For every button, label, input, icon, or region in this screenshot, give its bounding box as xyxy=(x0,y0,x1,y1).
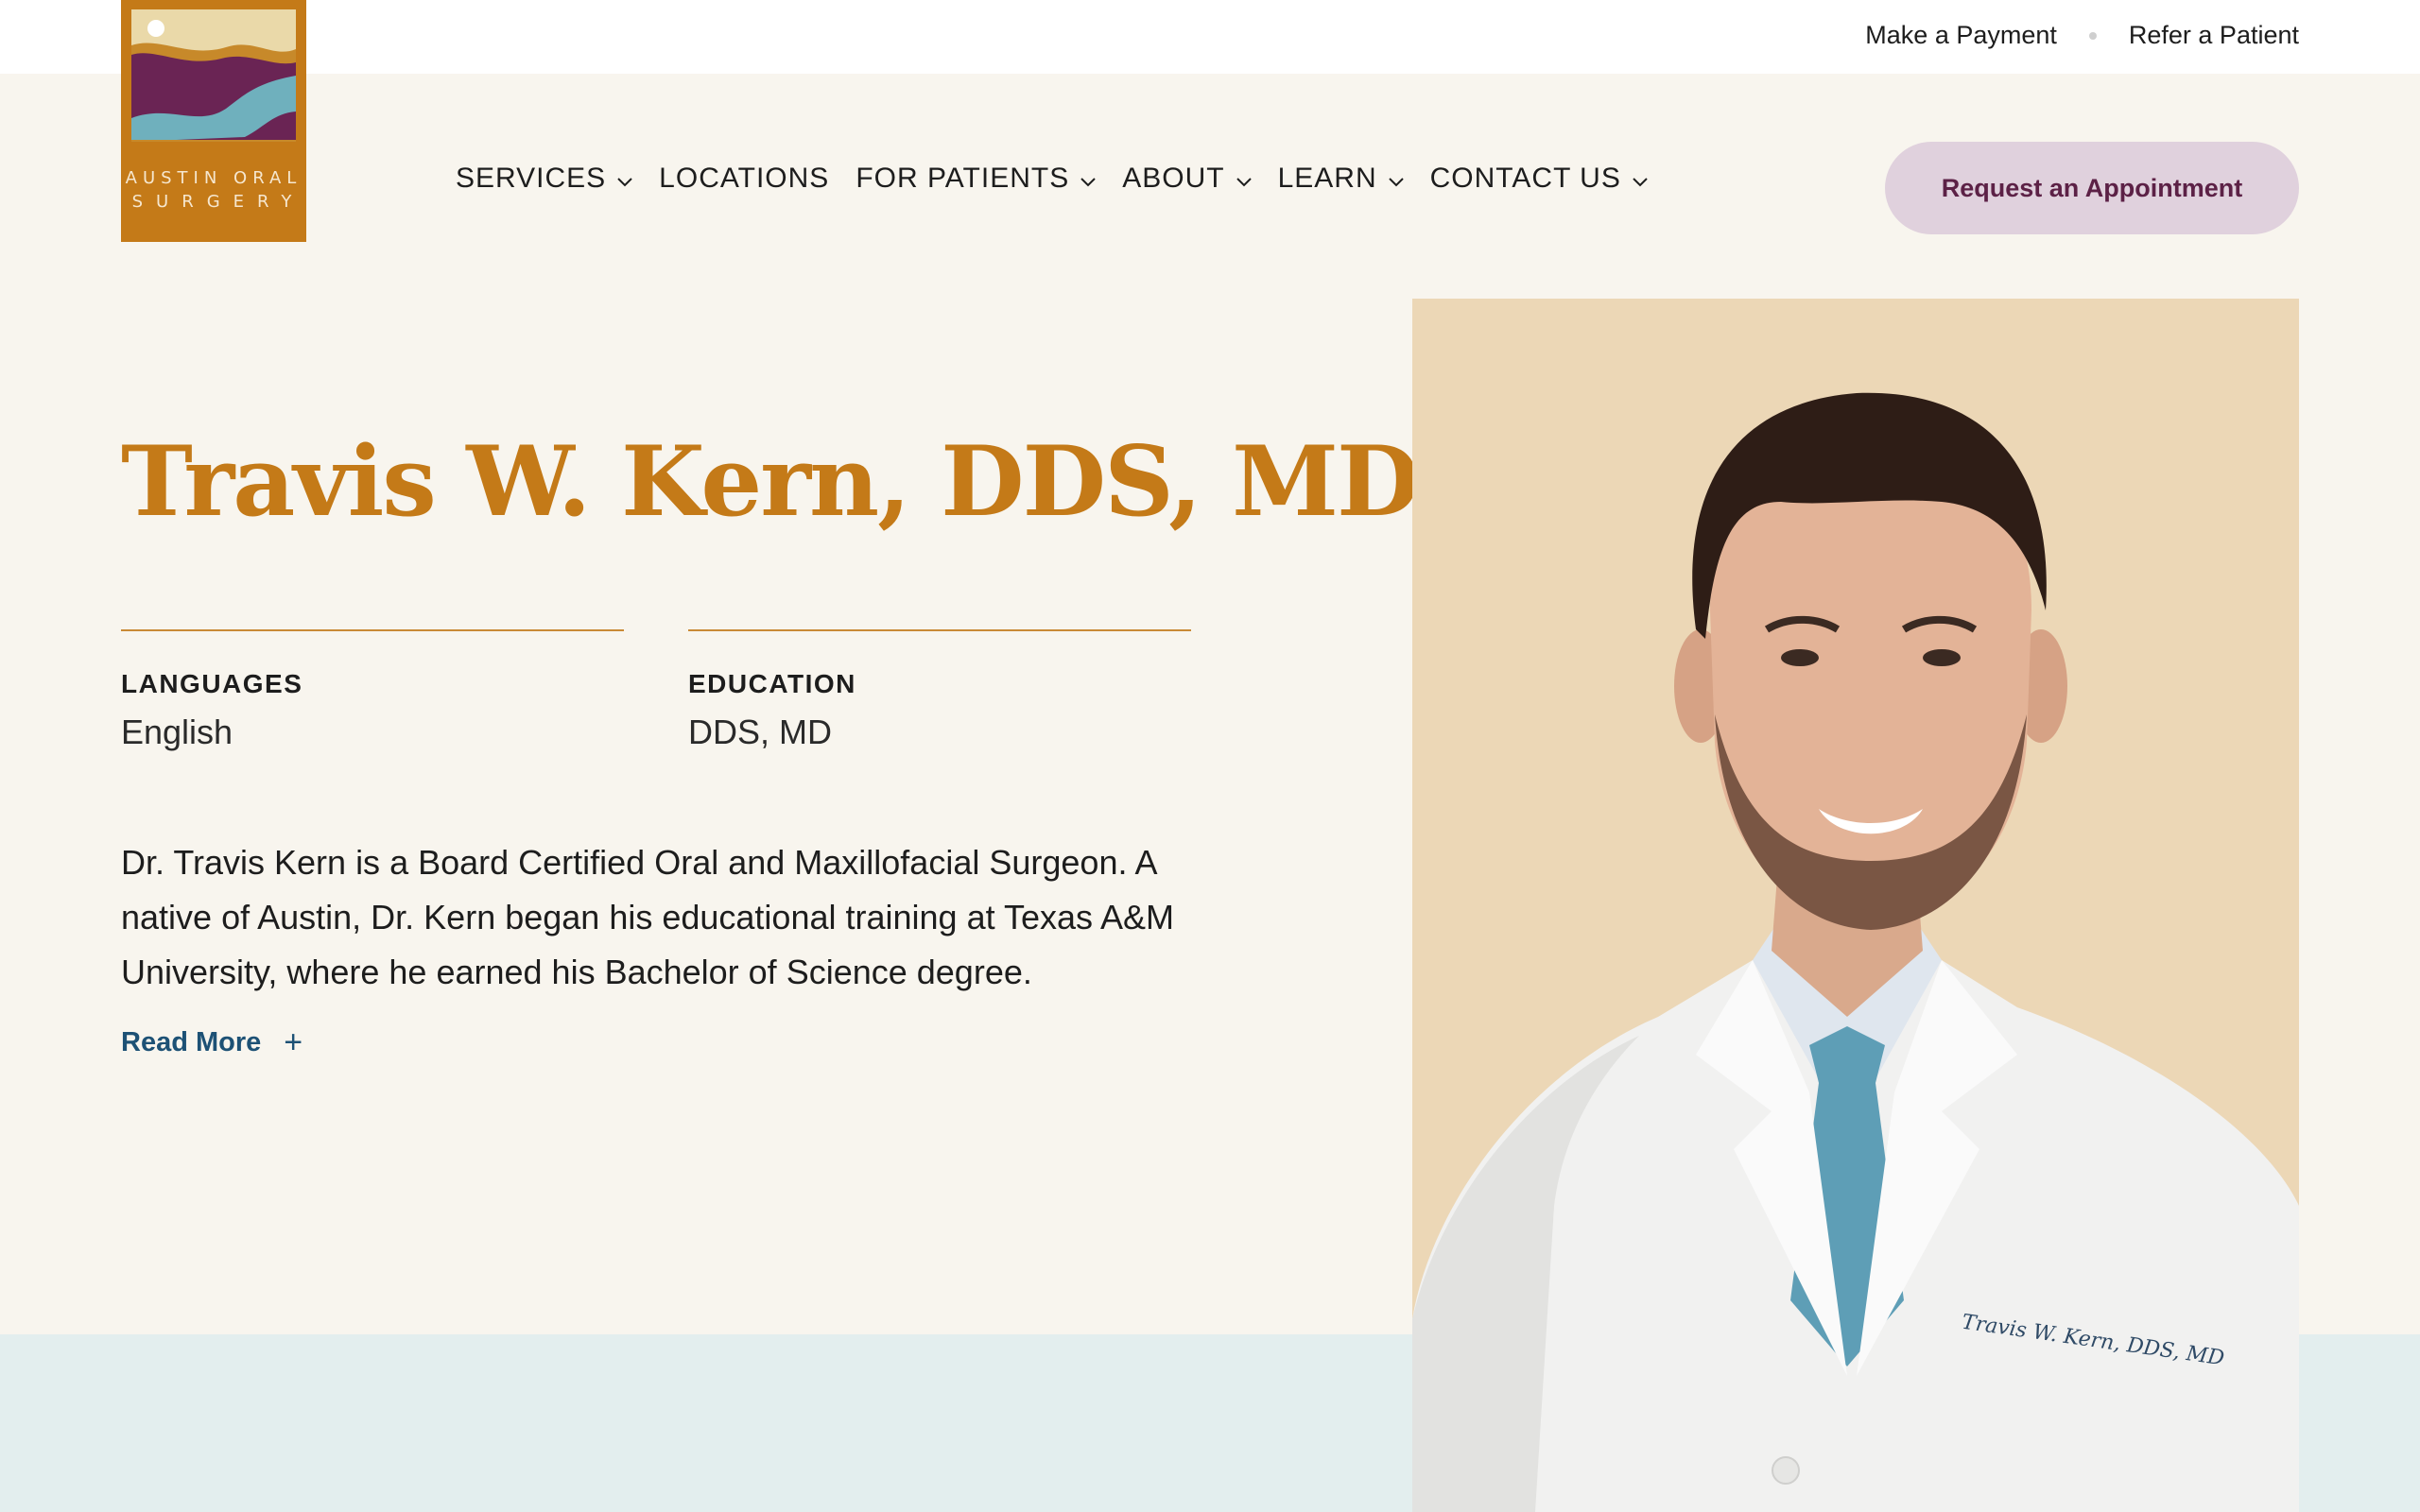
read-more-label: Read More xyxy=(121,1027,262,1057)
chevron-down-icon xyxy=(1080,163,1096,195)
nav-services[interactable]: SERVICES xyxy=(456,163,632,195)
separator-dot xyxy=(2088,31,2097,40)
utility-bar: Make a Payment Refer a Patient xyxy=(0,0,2420,74)
nav-about[interactable]: ABOUT xyxy=(1122,163,1252,195)
doctor-bio: Dr. Travis Kern is a Board Certified Ora… xyxy=(121,843,1175,991)
make-payment-link[interactable]: Make a Payment xyxy=(1865,21,2057,50)
divider xyxy=(121,629,624,631)
education-value: DDS, MD xyxy=(688,713,832,751)
divider xyxy=(688,629,1191,631)
doctor-photo-illustration xyxy=(1412,392,2299,1512)
languages-value: English xyxy=(121,713,233,751)
nav-locations-label: LOCATIONS xyxy=(659,163,830,194)
nav-about-label: ABOUT xyxy=(1122,163,1225,194)
doctor-portrait: Travis W. Kern, DDS, MD xyxy=(1412,299,2299,1512)
nav-services-label: SERVICES xyxy=(456,163,607,194)
nav-for-patients-label: FOR PATIENTS xyxy=(856,163,1070,194)
education-block: EDUCATION DDS, MD xyxy=(688,629,1191,752)
nav-learn-label: LEARN xyxy=(1277,163,1377,194)
chevron-down-icon xyxy=(1633,163,1648,195)
nav-contact-us[interactable]: CONTACT US xyxy=(1430,163,1648,195)
nav-locations[interactable]: LOCATIONS xyxy=(659,163,829,195)
nav-for-patients[interactable]: FOR PATIENTS xyxy=(856,163,1096,195)
landscape-logo-icon xyxy=(131,9,296,151)
nav-learn[interactable]: LEARN xyxy=(1278,163,1404,195)
austin-oral-surgery-logo[interactable]: AUSTIN ORAL SURGERY xyxy=(121,0,306,242)
utility-links: Make a Payment Refer a Patient xyxy=(1865,21,2299,50)
logo-text-austin-oral: AUSTIN ORAL xyxy=(125,168,302,188)
education-label: EDUCATION xyxy=(688,669,856,698)
refer-patient-link[interactable]: Refer a Patient xyxy=(2129,21,2299,50)
main-navigation: SERVICES LOCATIONS FOR PATIENTS ABOUT LE… xyxy=(456,163,1674,195)
request-appointment-button[interactable]: Request an Appointment xyxy=(1885,142,2299,234)
nav-contact-us-label: CONTACT US xyxy=(1429,163,1621,194)
chevron-down-icon xyxy=(617,163,632,195)
chevron-down-icon xyxy=(1388,163,1404,195)
plus-icon: + xyxy=(284,1024,303,1060)
read-more-link[interactable]: Read More + xyxy=(121,1024,302,1061)
languages-label: LANGUAGES xyxy=(121,669,303,698)
languages-block: LANGUAGES English xyxy=(121,629,624,752)
page-title: Travis W. Kern, DDS, MD xyxy=(121,425,1420,539)
logo-text-surgery: SURGERY xyxy=(131,192,305,212)
chevron-down-icon xyxy=(1236,163,1252,195)
